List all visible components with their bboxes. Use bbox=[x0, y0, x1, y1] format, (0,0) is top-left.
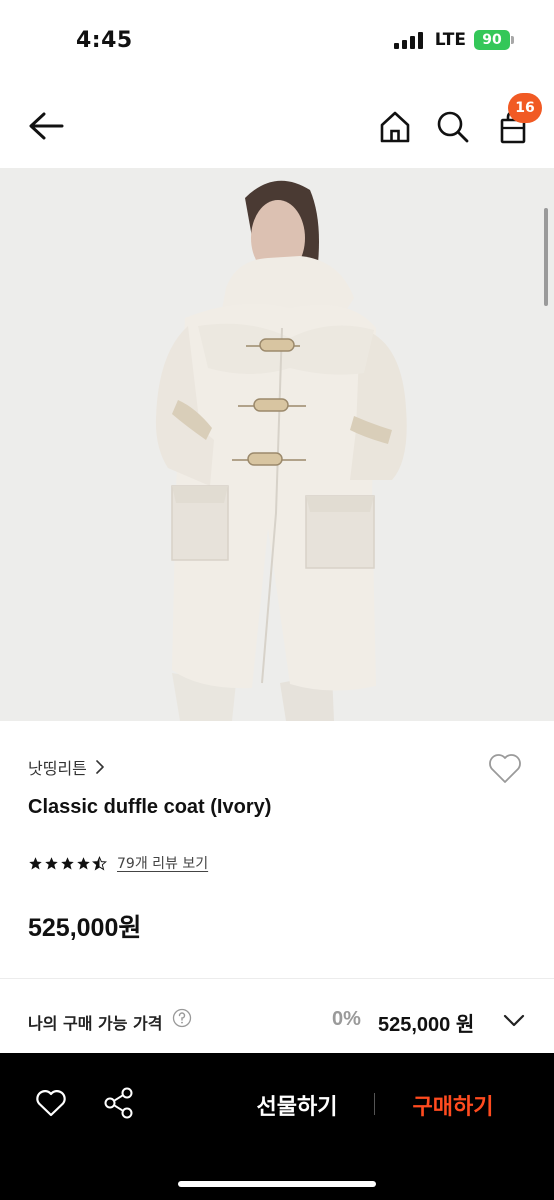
product-image[interactable] bbox=[0, 168, 554, 721]
gift-button[interactable]: 선물하기 bbox=[232, 1089, 362, 1121]
button-separator bbox=[374, 1093, 375, 1115]
home-indicator bbox=[178, 1181, 376, 1187]
my-price-row[interactable]: 나의 구매 가능 가격 0% 525,000 원 bbox=[0, 980, 554, 1054]
share-icon[interactable] bbox=[102, 1085, 136, 1121]
heart-icon[interactable] bbox=[486, 750, 524, 786]
battery-icon: 90 bbox=[474, 30, 514, 50]
star-icon bbox=[77, 856, 90, 869]
my-price-value: 525,000 원 bbox=[378, 1014, 475, 1036]
star-icon bbox=[29, 856, 42, 869]
help-icon[interactable] bbox=[172, 1008, 192, 1028]
product-title: Classic duffle coat (Ivory) bbox=[28, 796, 272, 818]
status-time: 4:45 bbox=[76, 28, 133, 53]
search-icon[interactable] bbox=[434, 108, 472, 146]
cart-count-badge: 16 bbox=[508, 93, 542, 123]
star-icon bbox=[61, 856, 74, 869]
my-price-label: 나의 구매 가능 가격 bbox=[28, 1014, 163, 1033]
brand-link[interactable]: 낫띵리튼 bbox=[28, 755, 105, 779]
rating-stars bbox=[28, 855, 107, 871]
divider bbox=[0, 978, 554, 979]
home-icon[interactable] bbox=[376, 108, 414, 146]
status-bar: 4:45 LTE 90 bbox=[0, 0, 554, 84]
heart-icon[interactable] bbox=[34, 1087, 68, 1119]
chevron-down-icon[interactable] bbox=[502, 1012, 526, 1028]
battery-level: 90 bbox=[482, 32, 502, 48]
rating-row: 79개 리뷰 보기 bbox=[28, 853, 208, 873]
review-link[interactable]: 79개 리뷰 보기 bbox=[117, 853, 208, 873]
nav-bar bbox=[0, 84, 554, 168]
star-icon bbox=[45, 856, 58, 869]
network-label: LTE bbox=[434, 30, 466, 50]
chevron-right-icon bbox=[96, 760, 104, 774]
back-arrow-icon[interactable] bbox=[26, 108, 66, 144]
bottom-action-bar: 선물하기 구매하기 bbox=[0, 1053, 554, 1200]
product-price: 525,000원 bbox=[28, 914, 142, 942]
discount-rate: 0% bbox=[332, 1008, 361, 1030]
buy-button[interactable]: 구매하기 bbox=[392, 1089, 514, 1121]
brand-name: 낫띵리튼 bbox=[28, 759, 87, 778]
status-indicators: LTE 90 bbox=[393, 30, 514, 50]
star-half-icon bbox=[92, 855, 107, 870]
signal-icon bbox=[393, 31, 423, 49]
scroll-indicator bbox=[544, 208, 548, 306]
product-photo bbox=[0, 168, 554, 721]
